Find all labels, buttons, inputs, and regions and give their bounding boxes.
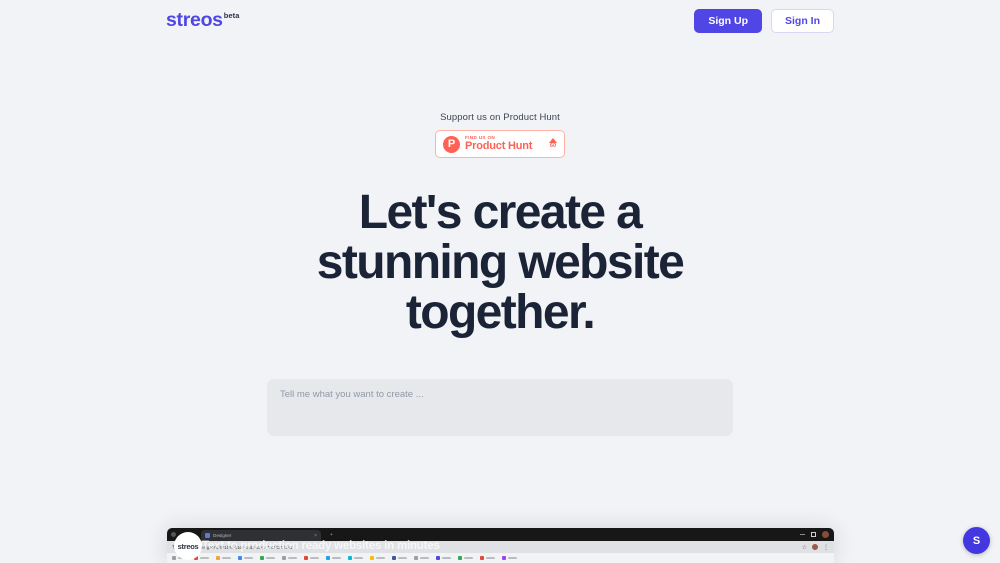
mock-browser-tab: Designer × <box>201 530 321 541</box>
product-hunt-badge[interactable]: P FIND US ON Product Hunt 60 <box>435 130 565 158</box>
bookmark-favicon-icon <box>348 556 352 560</box>
bookmark-item <box>216 556 231 560</box>
bookmark-favicon-icon <box>172 556 176 560</box>
site-header: streos beta Sign Up Sign In <box>0 0 1000 42</box>
sign-in-button[interactable]: Sign In <box>771 8 834 34</box>
minimize-icon <box>800 534 805 535</box>
bookmark-item <box>480 556 495 560</box>
bookmark-favicon-icon <box>216 556 220 560</box>
bookmark-item <box>392 556 407 560</box>
bookmark-favicon-icon <box>458 556 462 560</box>
bookmark-item <box>282 556 297 560</box>
bookmark-item <box>304 556 319 560</box>
product-hunt-caption: Support us on Product Hunt <box>440 112 560 123</box>
bookmark-favicon-icon <box>304 556 308 560</box>
bookmark-item <box>238 556 253 560</box>
url-text: streos.io/designer/d4fe1b5c-b1ec-4ad2-a5… <box>182 544 294 550</box>
bookmark-favicon-icon <box>480 556 484 560</box>
bookmark-favicon-icon <box>260 556 264 560</box>
bookmark-favicon-icon <box>282 556 286 560</box>
new-tab-icon: + <box>330 531 333 538</box>
demo-brand-badge: streos <box>174 532 202 560</box>
sign-up-button[interactable]: Sign Up <box>694 8 762 34</box>
mock-bookmarks-bar <box>167 553 834 563</box>
bookmark-item <box>436 556 451 560</box>
mock-browser-titlebar: Designer × + <box>167 528 834 541</box>
window-dot-icon <box>171 532 176 537</box>
bookmark-item <box>326 556 341 560</box>
prompt-container <box>267 379 733 436</box>
bookmark-favicon-icon <box>392 556 396 560</box>
header-actions: Sign Up Sign In <box>694 8 834 34</box>
browser-menu-icon: ⋮ <box>823 544 829 551</box>
prompt-input[interactable] <box>267 379 733 436</box>
product-hunt-name: Product Hunt <box>465 140 533 153</box>
bookmark-favicon-icon <box>238 556 242 560</box>
page-title: Let's create a stunning website together… <box>316 186 685 339</box>
bookmark-item <box>502 556 517 560</box>
product-hunt-badge-text: FIND US ON Product Hunt <box>465 135 544 153</box>
tab-title: Designer <box>213 533 232 538</box>
bookmark-favicon-icon <box>326 556 330 560</box>
upvote-count: 60 <box>549 143 557 150</box>
product-hunt-logo-icon: P <box>443 135 460 153</box>
bookmark-item <box>414 556 429 560</box>
bookmark-favicon-icon <box>414 556 418 560</box>
bookmark-star-icon: ☆ <box>801 544 807 551</box>
chat-support-button[interactable]: S <box>963 527 990 554</box>
urlbar-actions: ☆ ⋮ <box>802 544 829 551</box>
brand-name: streos <box>166 9 223 32</box>
bookmark-item <box>348 556 363 560</box>
window-controls <box>800 531 834 538</box>
bookmark-favicon-icon <box>436 556 440 560</box>
profile-avatar-icon <box>822 531 829 538</box>
bookmark-favicon-icon <box>502 556 506 560</box>
maximize-icon <box>811 532 816 537</box>
mock-browser-urlbar: ↻ streos.io/designer/d4fe1b5c-b1ec-4ad2-… <box>167 541 834 553</box>
product-hunt-upvotes: 60 <box>549 138 557 150</box>
bookmark-item <box>260 556 275 560</box>
brand-logo[interactable]: streos beta <box>166 11 240 31</box>
tab-favicon-icon <box>205 533 210 538</box>
hero-section: Support us on Product Hunt P FIND US ON … <box>0 112 1000 338</box>
brand-beta-badge: beta <box>223 11 240 21</box>
tab-close-icon: × <box>314 532 317 539</box>
bookmark-item <box>370 556 385 560</box>
bookmark-favicon-icon <box>370 556 374 560</box>
bookmark-item <box>458 556 473 560</box>
account-avatar-icon <box>812 544 818 550</box>
demo-video-preview[interactable]: Designer × + ↻ streos.io/designer/d4fe1b… <box>167 528 834 563</box>
